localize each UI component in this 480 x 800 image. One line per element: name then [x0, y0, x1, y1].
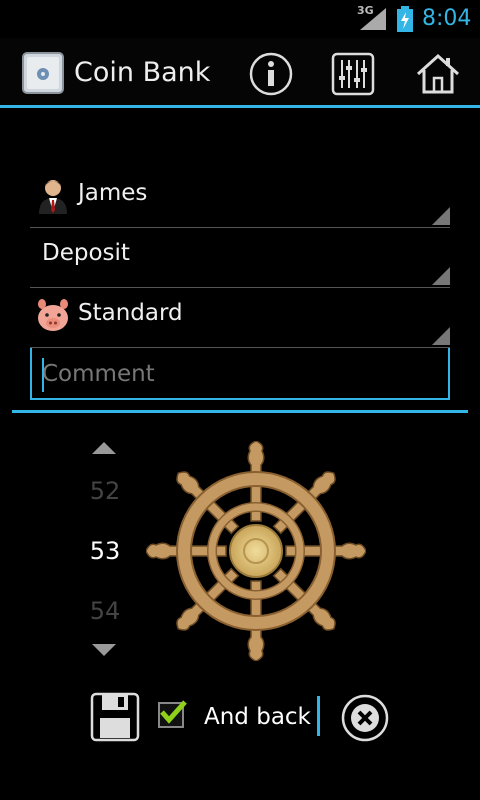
- battery-icon: [397, 6, 413, 32]
- text-cursor: [42, 358, 44, 392]
- increment-arrow-icon[interactable]: [92, 442, 116, 454]
- action-bar: Coin Bank: [0, 38, 480, 108]
- status-bar: 3G 8:04: [0, 0, 480, 38]
- ship-wheel-dial[interactable]: [146, 441, 366, 661]
- toolbar-separator: [317, 696, 320, 736]
- comment-field[interactable]: [30, 348, 450, 400]
- picker-previous-value[interactable]: 52: [70, 477, 140, 505]
- person-icon: [39, 180, 67, 214]
- and-back-checkbox[interactable]: [158, 700, 187, 728]
- clock: 8:04: [422, 6, 472, 31]
- person-value: James: [78, 180, 148, 206]
- info-button[interactable]: [249, 52, 293, 96]
- decrement-arrow-icon[interactable]: [92, 644, 116, 656]
- picker-next-value[interactable]: 54: [70, 597, 140, 625]
- and-back-label[interactable]: And back: [204, 704, 311, 730]
- spinner-arrow-icon: [432, 327, 450, 345]
- settings-sliders-button[interactable]: [331, 52, 375, 96]
- cancel-button[interactable]: [341, 694, 389, 742]
- checkmark-icon: [160, 700, 187, 724]
- piggy-bank-icon: [38, 299, 68, 331]
- picker-selected-value: 53: [89, 537, 121, 565]
- comment-input[interactable]: [42, 356, 432, 392]
- account-spinner[interactable]: Standard: [30, 288, 450, 348]
- operation-spinner[interactable]: Deposit: [30, 228, 450, 288]
- amount-picker[interactable]: 52 53 54: [70, 430, 140, 660]
- person-spinner[interactable]: James: [30, 168, 450, 228]
- spinner-arrow-icon: [432, 207, 450, 225]
- spinner-arrow-icon: [432, 267, 450, 285]
- app-title: Coin Bank: [74, 57, 211, 88]
- operation-value: Deposit: [42, 240, 130, 266]
- account-value: Standard: [78, 300, 183, 326]
- signal-icon: [360, 8, 386, 30]
- save-button[interactable]: [90, 692, 140, 742]
- bottom-toolbar: And back: [0, 690, 480, 750]
- home-button[interactable]: [416, 52, 460, 96]
- app-logo-icon: [22, 52, 64, 94]
- section-divider: [12, 410, 468, 413]
